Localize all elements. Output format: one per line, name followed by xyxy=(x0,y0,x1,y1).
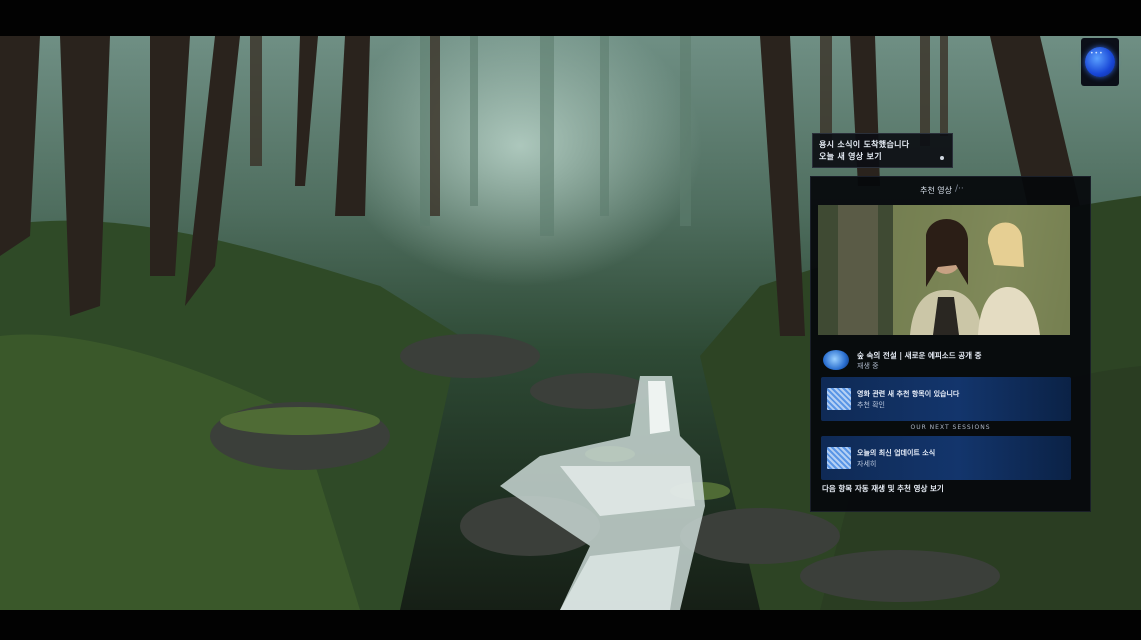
now-playing-title: 숲 속의 전설 | 새로운 에피소드 공개 중 xyxy=(857,351,982,360)
notification-toast[interactable]: 용시 소식이 도착했습니다 오늘 새 영상 보기 xyxy=(812,133,953,168)
card-1-subtitle: 추천 확인 xyxy=(857,401,885,409)
letterbox-bottom xyxy=(0,610,1141,640)
autoplay-footer-link[interactable]: 다음 항목 자동 재생 및 추천 영상 보기 xyxy=(822,483,944,494)
now-playing-row[interactable]: 숲 속의 전설 | 새로운 에피소드 공개 중 재생 중 xyxy=(821,348,1081,372)
card-2-subtitle: 자세히 xyxy=(857,460,877,468)
panel-header: 추천 영상 /·· xyxy=(811,184,1090,199)
panel-title: 추천 영상 xyxy=(920,186,952,195)
assistant-button[interactable]: ••• xyxy=(1081,38,1119,86)
letterbox-top xyxy=(0,0,1141,36)
card-2-title: 오늘의 최신 업데이트 소식 xyxy=(857,449,936,457)
recommendation-card-1[interactable]: 영화 관련 새 추천 항목이 있습니다 추천 확인 xyxy=(821,377,1071,421)
pattern-icon xyxy=(827,447,851,469)
panel-more-button[interactable]: /·· xyxy=(955,184,964,194)
toast-status-dot xyxy=(940,156,944,160)
section-label: OUR NEXT SESSIONS xyxy=(910,424,991,431)
assistant-dots: ••• xyxy=(1090,50,1104,57)
video-thumbnail[interactable] xyxy=(818,205,1070,335)
media-widget-panel: 추천 영상 /·· 숲 속의 전설 | 새로운 에피소드 공개 중 재생 중 영… xyxy=(810,176,1091,512)
recommendation-card-2[interactable]: 오늘의 최신 업데이트 소식 자세히 xyxy=(821,436,1071,480)
thumbnail-art xyxy=(818,205,1070,335)
toast-line-1: 용시 소식이 도착했습니다 xyxy=(819,140,910,149)
pattern-icon xyxy=(827,388,851,410)
now-playing-subtitle: 재생 중 xyxy=(857,362,879,370)
card-1-title: 영화 관련 새 추천 항목이 있습니다 xyxy=(857,390,960,398)
toast-line-2: 오늘 새 영상 보기 xyxy=(819,152,882,161)
media-orb-icon xyxy=(823,350,849,370)
